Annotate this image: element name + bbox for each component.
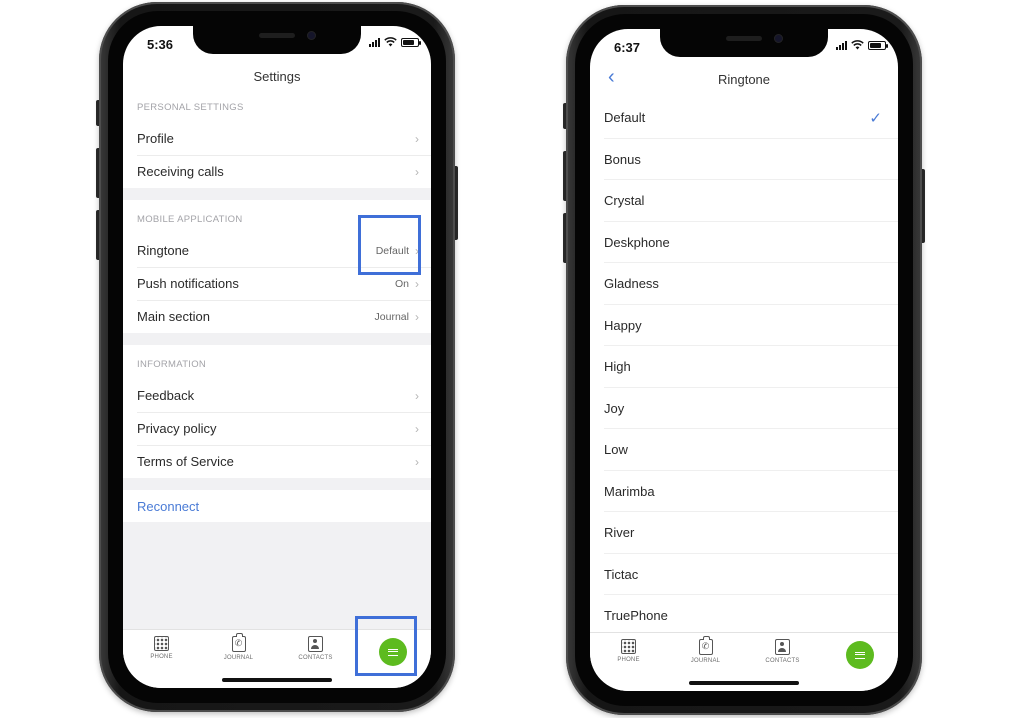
highlight-menu-button [355, 616, 417, 676]
home-indicator [689, 681, 799, 685]
system-icons [369, 37, 421, 47]
row-value: Journal [374, 310, 409, 323]
chevron-right-icon: › [415, 388, 419, 403]
ringtone-label: Low [604, 442, 628, 458]
wifi-icon [851, 40, 864, 50]
status-time: 5:36 [147, 37, 174, 52]
row-label: Privacy policy [137, 421, 217, 436]
ringtone-item[interactable]: TruePhone [590, 595, 898, 633]
tab-label: PHONE [150, 654, 173, 660]
row-receiving-calls[interactable]: Receiving calls › [123, 155, 431, 188]
tab-phone[interactable]: PHONE [590, 633, 667, 691]
ringtone-item[interactable]: Bonus [590, 139, 898, 181]
page-title: Settings [253, 69, 301, 84]
ringtone-item[interactable]: Low [590, 429, 898, 471]
ringtone-label: Gladness [604, 276, 659, 292]
page-title: Ringtone [717, 72, 771, 87]
ringtone-item[interactable]: Tictac [590, 554, 898, 596]
row-label: Profile [137, 131, 174, 146]
ringtone-screen: 6:37 ‹ Ringtone Default ✓ Bonus Crystal D… [590, 29, 898, 691]
contacts-icon [775, 639, 790, 655]
right-phone: 6:37 ‹ Ringtone Default ✓ Bonus Crystal D… [563, 5, 925, 715]
row-label: Main section [137, 309, 210, 324]
contacts-icon [308, 636, 323, 652]
row-profile[interactable]: Profile › [123, 122, 431, 155]
left-phone: 5:36 Settings PERSONAL SETTINGS Profile … [96, 2, 458, 712]
home-indicator [222, 678, 332, 682]
chevron-right-icon: › [415, 164, 419, 179]
ringtone-item[interactable]: Joy [590, 388, 898, 430]
settings-screen: 5:36 Settings PERSONAL SETTINGS Profile … [123, 26, 431, 688]
chevron-right-icon: › [415, 309, 419, 324]
tab-label: CONTACTS [765, 658, 800, 664]
row-value: On [394, 277, 409, 290]
row-label: Terms of Service [137, 454, 234, 469]
ringtone-label: Happy [604, 317, 642, 333]
tab-label: JOURNAL [690, 658, 721, 664]
ringtone-label: TruePhone [604, 608, 668, 624]
ringtone-label: Bonus [604, 151, 641, 167]
system-icons [836, 40, 888, 50]
reconnect-label: Reconnect [137, 498, 200, 514]
ringtone-item[interactable]: Crystal [590, 180, 898, 222]
ringtone-item[interactable]: River [590, 512, 898, 554]
dialpad-icon [621, 639, 636, 654]
wifi-icon [384, 37, 397, 47]
notch [193, 26, 361, 54]
settings-list: PERSONAL SETTINGS Profile › Receiving ca… [123, 88, 431, 630]
signal-icon [836, 40, 847, 50]
battery-icon [868, 41, 888, 50]
battery-icon [401, 38, 421, 47]
row-label: Ringtone [137, 243, 190, 258]
tab-phone[interactable]: PHONE [123, 630, 200, 688]
section-personal-settings: PERSONAL SETTINGS Profile › Receiving ca… [123, 88, 431, 188]
signal-icon [369, 37, 380, 47]
tab-menu[interactable] [821, 633, 898, 691]
chevron-right-icon: › [415, 276, 419, 291]
notch [660, 29, 828, 57]
menu-button[interactable] [845, 641, 874, 669]
ringtone-label: Default [604, 110, 646, 126]
tab-label: PHONE [617, 657, 640, 663]
section-information: INFORMATION Feedback › Privacy policy › … [123, 345, 431, 478]
journal-icon: ✆ [231, 633, 246, 652]
ringtone-list: Default ✓ Bonus Crystal Deskphone Gladnes… [590, 97, 898, 633]
ringtone-label: Crystal [604, 193, 645, 209]
journal-icon: ✆ [698, 636, 713, 655]
reconnect-link[interactable]: Reconnect [123, 490, 431, 522]
ringtone-item[interactable]: Deskphone [590, 222, 898, 264]
row-privacy-policy[interactable]: Privacy policy › [123, 412, 431, 445]
ringtone-label: Deskphone [604, 234, 670, 250]
ringtone-label: High [604, 359, 631, 375]
row-label: Push notifications [137, 276, 239, 291]
ringtone-label: Marimba [604, 483, 655, 499]
dialpad-icon [154, 636, 169, 651]
ringtone-item-default[interactable]: Default ✓ [590, 97, 898, 139]
ringtone-item[interactable]: Happy [590, 305, 898, 347]
hamburger-menu-icon [854, 651, 865, 659]
row-label: Feedback [137, 388, 195, 403]
section-header: PERSONAL SETTINGS [137, 102, 244, 113]
row-main-section[interactable]: Main section Journal › [123, 300, 431, 333]
chevron-right-icon: › [415, 421, 419, 436]
tab-label: JOURNAL [223, 655, 254, 661]
row-label: Receiving calls [137, 164, 224, 179]
status-time: 6:37 [614, 40, 641, 55]
ringtone-item[interactable]: Marimba [590, 471, 898, 513]
checkmark-icon: ✓ [869, 109, 882, 127]
row-terms-of-service[interactable]: Terms of Service › [123, 445, 431, 478]
ringtone-item[interactable]: High [590, 346, 898, 388]
ringtone-label: Joy [604, 400, 625, 416]
ringtone-label: Tictac [604, 566, 639, 582]
section-header: INFORMATION [137, 359, 207, 370]
ringtone-item[interactable]: Gladness [590, 263, 898, 305]
ringtone-label: River [604, 525, 635, 541]
tab-label: CONTACTS [298, 655, 333, 661]
row-feedback[interactable]: Feedback › [123, 379, 431, 412]
chevron-right-icon: › [415, 131, 419, 146]
highlight-ringtone-value [358, 215, 421, 275]
chevron-right-icon: › [415, 454, 419, 469]
